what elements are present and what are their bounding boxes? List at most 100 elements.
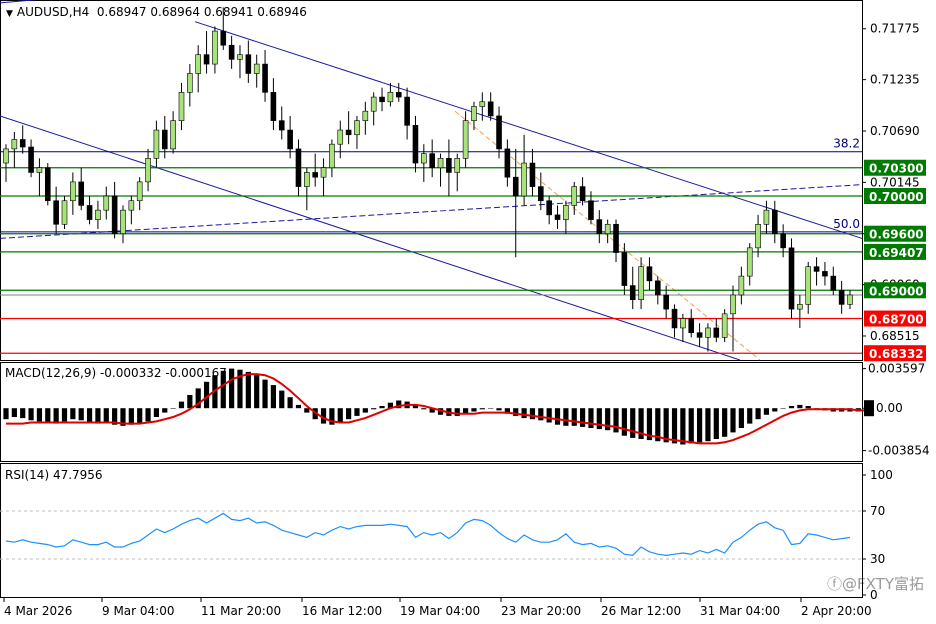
macd-histogram-bar bbox=[137, 408, 143, 424]
macd-axis-label: 0.003597 bbox=[868, 362, 925, 376]
candle-body bbox=[354, 120, 360, 136]
candle-body bbox=[262, 63, 268, 93]
candle-body bbox=[320, 167, 327, 178]
candle-body bbox=[813, 266, 820, 272]
macd-histogram-bar bbox=[362, 408, 368, 413]
candle-body bbox=[713, 327, 720, 338]
time-axis-label: 4 Mar 2026 bbox=[4, 604, 72, 618]
macd-histogram-bar bbox=[11, 408, 17, 417]
candle-body bbox=[103, 195, 110, 211]
macd-histogram-bar bbox=[529, 408, 536, 420]
rsi-axis-label: 100 bbox=[870, 468, 893, 482]
macd-histogram-bar bbox=[229, 368, 235, 409]
macd-histogram-bar bbox=[78, 408, 84, 421]
chart-canvas[interactable]: 0.71775 0.71235 0.70690 0.70145 0.69600 0.690… bbox=[0, 0, 936, 624]
time-axis-label: 26 Mar 12:00 bbox=[601, 604, 681, 618]
candle-body bbox=[638, 266, 644, 300]
candle-body bbox=[128, 200, 135, 211]
candle-body bbox=[446, 158, 452, 173]
candle-body bbox=[471, 106, 477, 121]
macd-histogram-bar bbox=[671, 408, 678, 444]
candle-body bbox=[295, 148, 302, 187]
candle-body bbox=[187, 73, 193, 93]
candle-body bbox=[604, 223, 611, 235]
macd-histogram-bar bbox=[170, 408, 176, 409]
candle-body bbox=[178, 92, 185, 121]
candle-body bbox=[429, 153, 435, 169]
candle-body bbox=[329, 143, 335, 169]
candle-body bbox=[220, 30, 227, 46]
candle-body bbox=[421, 153, 427, 164]
rsi-panel-frame bbox=[0, 463, 863, 598]
candle-body bbox=[44, 167, 51, 202]
candle-body bbox=[462, 120, 469, 159]
macd-histogram-bar bbox=[153, 408, 160, 417]
candle-body bbox=[805, 266, 812, 305]
candle-body bbox=[70, 181, 76, 202]
macd-histogram-bar bbox=[546, 408, 552, 423]
candle-body bbox=[195, 54, 201, 74]
candle-body bbox=[579, 186, 586, 202]
price-tick-label: 0.68515 bbox=[870, 329, 920, 343]
candle-body bbox=[203, 54, 210, 65]
macd-histogram-bar bbox=[3, 408, 9, 420]
macd-histogram-bar bbox=[45, 408, 51, 423]
time-axis-label: 31 Mar 04:00 bbox=[700, 604, 780, 618]
candle-body bbox=[738, 275, 745, 296]
price-tick-label: 0.70690 bbox=[870, 124, 920, 138]
candle-body bbox=[136, 181, 143, 202]
candle-body bbox=[370, 96, 377, 112]
macd-histogram-bar bbox=[788, 406, 795, 409]
macd-histogram-bar bbox=[295, 404, 302, 409]
macd-histogram-bar bbox=[571, 408, 577, 426]
macd-histogram-bar bbox=[95, 408, 101, 424]
macd-histogram-bar bbox=[128, 408, 134, 425]
candle-body bbox=[771, 209, 778, 235]
candle-body bbox=[19, 139, 26, 148]
candle-body bbox=[529, 162, 536, 187]
level-price-label: 0.68332 bbox=[869, 347, 924, 361]
macd-histogram-bar bbox=[103, 408, 109, 423]
candle-body bbox=[11, 139, 18, 150]
candle-body bbox=[563, 205, 569, 220]
macd-histogram-bar bbox=[36, 408, 43, 422]
candle-body bbox=[847, 294, 853, 305]
candle-body bbox=[437, 158, 444, 169]
candle-body bbox=[655, 280, 661, 296]
channel-lower-line bbox=[0, 115, 741, 361]
macd-histogram-bar bbox=[479, 408, 485, 410]
macd-signal-line bbox=[6, 373, 867, 445]
candle-body bbox=[646, 266, 653, 282]
candle-body bbox=[153, 129, 160, 159]
level-price-label: 0.70000 bbox=[869, 190, 924, 204]
macd-histogram-bar bbox=[28, 408, 34, 421]
candle-body bbox=[3, 148, 9, 164]
candle-body bbox=[345, 129, 352, 136]
macd-histogram-bar bbox=[755, 408, 761, 420]
candle-body bbox=[521, 162, 527, 197]
candle-body bbox=[554, 214, 561, 220]
candle-body bbox=[696, 332, 703, 338]
macd-histogram-bar bbox=[730, 408, 736, 433]
candle-body bbox=[237, 54, 243, 60]
macd-histogram-bar bbox=[371, 408, 377, 410]
candle-body bbox=[287, 129, 293, 150]
fib-level-label: 38.2 bbox=[833, 137, 860, 151]
macd-histogram-bar bbox=[471, 408, 477, 412]
candle-body bbox=[546, 200, 552, 216]
candle-body bbox=[395, 92, 402, 98]
candle-body bbox=[362, 110, 369, 121]
time-axis-label: 9 Mar 04:00 bbox=[102, 604, 175, 618]
candle-body bbox=[270, 92, 277, 121]
candle-body bbox=[755, 223, 761, 249]
macd-histogram-bar bbox=[178, 401, 185, 409]
macd-histogram-bar bbox=[254, 375, 260, 409]
macd-histogram-bar bbox=[454, 408, 460, 416]
candle-body bbox=[53, 200, 59, 225]
macd-histogram-bar bbox=[613, 408, 619, 433]
candle-body bbox=[671, 308, 678, 329]
candle-body bbox=[170, 120, 176, 150]
rsi-line bbox=[5, 512, 851, 557]
candle-body bbox=[721, 313, 728, 338]
candle-body bbox=[161, 129, 168, 150]
